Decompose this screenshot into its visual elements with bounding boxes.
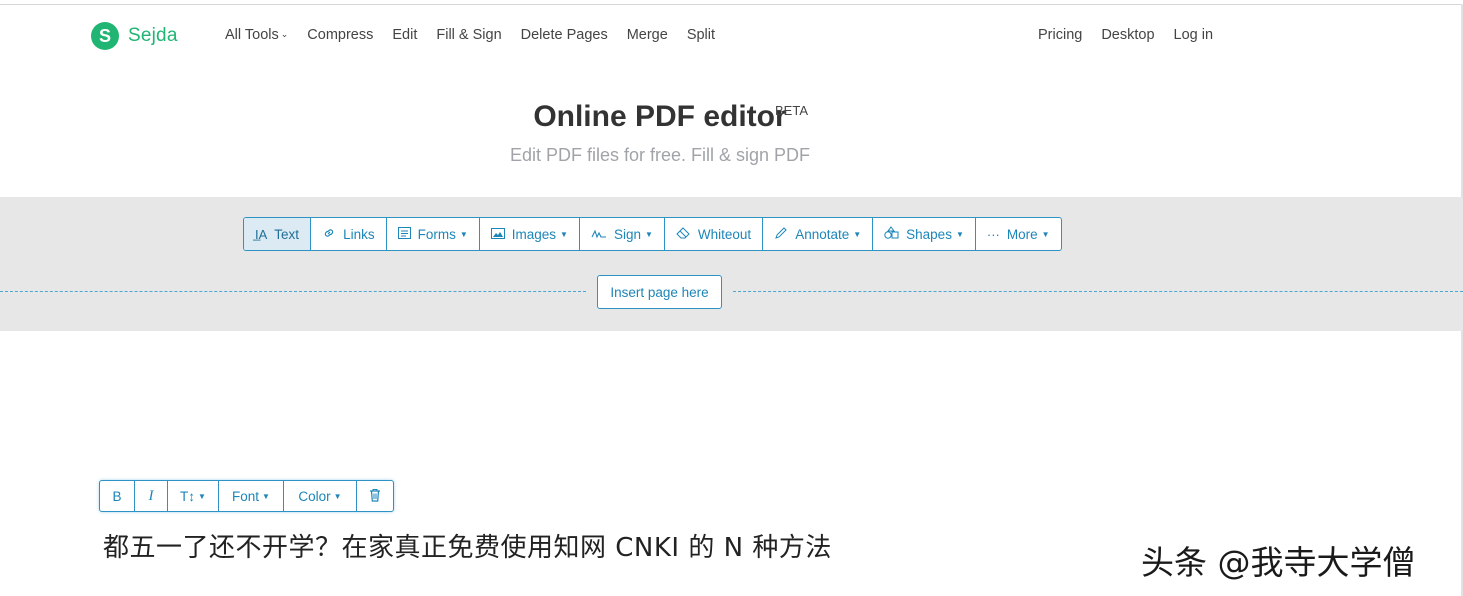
nav-merge[interactable]: Merge — [627, 27, 668, 43]
caret-down-icon: ▼ — [853, 229, 862, 239]
shapes-icon — [884, 225, 899, 243]
trash-icon — [369, 488, 381, 505]
caret-down-icon: ▼ — [1041, 229, 1050, 239]
nav-compress[interactable]: Compress — [307, 27, 373, 43]
tool-sign[interactable]: Sign ▼ — [580, 218, 665, 250]
caret-down-icon: ▼ — [333, 491, 342, 501]
nav-delete-pages[interactable]: Delete Pages — [521, 27, 608, 43]
delete-text-button[interactable] — [357, 481, 393, 511]
tool-more[interactable]: ··· More ▼ — [976, 218, 1061, 250]
page-subtitle: Edit PDF files for free. Fill & sign PDF — [509, 145, 811, 165]
image-icon — [490, 227, 505, 242]
nav-fill-sign[interactable]: Fill & Sign — [436, 27, 501, 43]
beta-badge: BETA — [775, 103, 808, 118]
color-dropdown[interactable]: Color ▼ — [284, 481, 357, 511]
tool-images[interactable]: Images ▼ — [480, 218, 580, 250]
insert-page-button[interactable]: Insert page here — [597, 275, 722, 309]
nav-split[interactable]: Split — [687, 27, 715, 43]
nav-secondary: Pricing Desktop Log in — [1038, 27, 1232, 43]
caret-down-icon: ▼ — [560, 229, 568, 239]
text-size-icon: T↕ — [180, 488, 196, 504]
font-dropdown[interactable]: Font ▼ — [219, 481, 284, 511]
pdf-text-block[interactable]: 都五一了还不开学？在家真正免费使用知网 CNKI 的 N 种方法 — [103, 527, 832, 564]
logo[interactable]: S Sejda — [91, 22, 178, 50]
page-divider-right — [733, 291, 1463, 292]
text-cursor-icon: I̲A — [255, 226, 268, 242]
nav-pricing[interactable]: Pricing — [1038, 27, 1082, 43]
nav-primary: All Tools ⌄ Compress Edit Fill & Sign Del… — [225, 27, 734, 43]
caret-down-icon: ▼ — [644, 229, 653, 239]
page-divider-left — [0, 291, 586, 292]
logo-text: Sejda — [128, 25, 178, 46]
caret-down-icon: ▼ — [955, 229, 964, 239]
page-title-wrap: Online PDF editor — [0, 100, 1320, 134]
eraser-icon — [676, 226, 691, 242]
top-border — [0, 4, 1463, 5]
tool-whiteout[interactable]: Whiteout — [665, 218, 764, 250]
tool-annotate[interactable]: Annotate ▼ — [763, 218, 874, 250]
bold-button[interactable]: B — [100, 481, 135, 511]
watermark-text: 头条 @我寺大学僧 — [1141, 543, 1416, 582]
tool-shapes[interactable]: Shapes ▼ — [873, 218, 976, 250]
caret-down-icon: ▼ — [262, 491, 270, 501]
form-icon — [397, 226, 411, 242]
logo-mark-icon: S — [91, 22, 119, 50]
nav-login[interactable]: Log in — [1174, 27, 1214, 43]
nav-edit[interactable]: Edit — [392, 27, 417, 43]
nav-all-tools[interactable]: All Tools ⌄ — [225, 27, 288, 43]
tool-text[interactable]: I̲A Text — [244, 218, 312, 250]
page-title: Online PDF editor — [533, 100, 787, 133]
text-size-button[interactable]: T↕ ▼ — [168, 481, 219, 511]
caret-down-icon: ▼ — [198, 491, 206, 501]
tool-forms[interactable]: Forms ▼ — [387, 218, 480, 250]
signature-icon — [591, 227, 607, 242]
text-format-toolbar: B I T↕ ▼ Font ▼ Color ▼ — [99, 480, 394, 512]
link-icon — [322, 226, 336, 243]
nav-desktop[interactable]: Desktop — [1101, 27, 1154, 43]
caret-down-icon: ▼ — [459, 229, 468, 239]
ellipsis-icon: ··· — [986, 226, 1000, 242]
italic-button[interactable]: I — [135, 481, 168, 511]
tool-links[interactable]: Links — [311, 218, 387, 250]
pen-icon — [774, 226, 788, 243]
chevron-down-icon: ⌄ — [280, 29, 289, 39]
editor-toolbar: I̲A Text Links Forms ▼ Images ▼ Sign ▼ White… — [243, 217, 1062, 251]
